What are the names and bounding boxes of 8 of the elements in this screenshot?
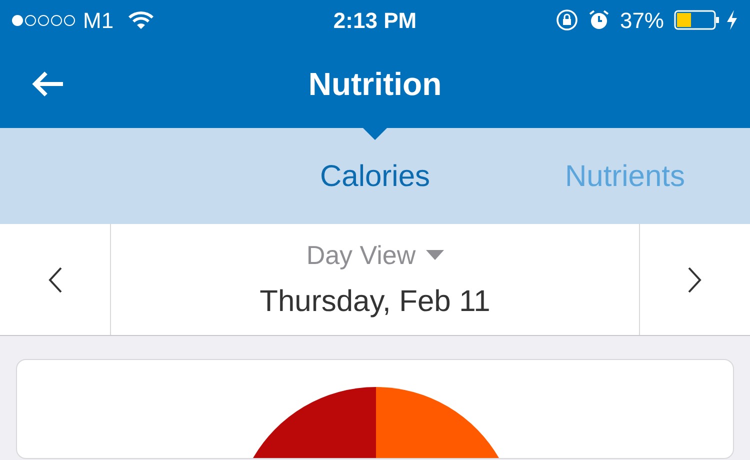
battery-percent: 37% [620,6,664,34]
clock-time: 2:13 PM [333,6,417,34]
carrier-name: M1 [83,6,114,34]
view-dropdown[interactable]: Day View [306,236,444,274]
date-label: Thursday, Feb 11 [260,284,490,320]
tab[interactable]: Nutrients [500,128,750,224]
tab[interactable]: Calories [250,128,500,224]
screen-title: Nutrition [308,65,442,104]
